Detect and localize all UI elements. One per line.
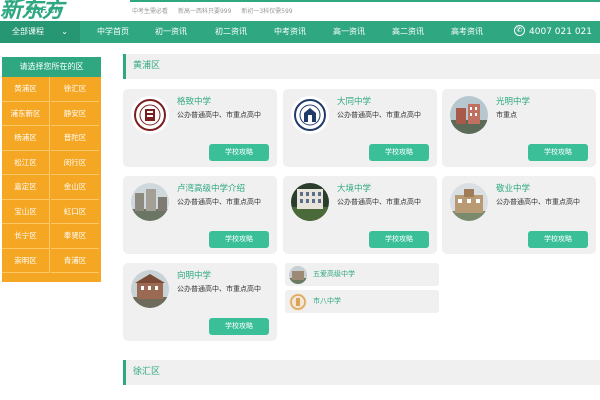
school-name[interactable]: 卢湾高级中学介绍 [177,182,245,194]
all-courses-menu[interactable]: 全部课程 ⌄ [0,21,80,43]
nav-item-grade7[interactable]: 初一资讯 [155,21,187,43]
school-name[interactable]: 格致中学 [177,95,211,107]
school-guide-button[interactable]: 学校攻略 [528,231,588,248]
district-link[interactable]: 杨浦区 [2,126,50,151]
school-type: 公办普通高中、市重点高中 [496,198,580,206]
nav-item-grade10[interactable]: 高一资讯 [333,21,365,43]
district-link[interactable]: 长宁区 [2,224,50,249]
district-link[interactable]: 松江区 [2,150,50,175]
school-type: 公办普通高中、市重点高中 [337,198,421,206]
school-guide-button[interactable]: 学校攻略 [528,144,588,161]
school-name[interactable]: 市八中学 [313,290,341,313]
district-heading-label: 黄浦区 [133,61,161,71]
school-card[interactable]: 格致中学 公办普通高中、市重点高中 学校攻略 [123,89,277,167]
sidebar-title: 请选择您所在的区 [2,57,101,77]
school-name[interactable]: 大同中学 [337,95,371,107]
school-list-item[interactable]: 五爱高级中学 [285,263,439,286]
school-name[interactable]: 大境中学 [337,182,371,194]
phone-icon: ✆ [514,25,526,36]
nav-item-home[interactable]: 中学首页 [97,21,129,43]
school-name[interactable]: 五爱高级中学 [313,263,355,286]
chevron-down-icon: ⌄ [61,27,68,36]
school-type: 公办普通高中、市重点高中 [177,285,261,293]
school-name[interactable]: 向明中学 [177,269,211,281]
nav-item-zhongkao[interactable]: 中考资讯 [274,21,306,43]
district-heading: 徐汇区 [123,360,600,385]
school-guide-button[interactable]: 学校攻略 [209,318,269,335]
district-link[interactable]: 黄浦区 [2,77,50,102]
school-card[interactable]: 卢湾高级中学介绍 公办普通高中、市重点高中 学校攻略 [123,176,277,254]
school-card[interactable]: 向明中学 公办普通高中、市重点高中 学校攻略 [123,263,277,341]
site-header: 新东方 XDF.CN 中考生需必看 新高一西科只要999 新初一3科仅需599 [0,0,600,23]
nav-item-grade11[interactable]: 高二资讯 [392,21,424,43]
school-guide-button[interactable]: 学校攻略 [369,231,429,248]
district-link[interactable]: 嘉定区 [2,175,50,200]
heading-accent [123,54,126,79]
school-type: 公办普通高中、市重点高中 [337,111,421,119]
district-sidebar: 请选择您所在的区 黄浦区 徐汇区 浦东新区 静安区 杨浦区 普陀区 松江区 闵行… [2,57,101,282]
district-link[interactable]: 金山区 [51,175,99,200]
all-courses-label: 全部课程 [12,27,44,36]
school-guide-button[interactable]: 学校攻略 [209,144,269,161]
district-link[interactable]: 虹口区 [51,200,99,224]
district-link[interactable]: 崇明区 [2,248,50,273]
school-emblem [289,293,307,311]
school-photo [131,270,169,308]
school-card[interactable]: 光明中学 市重点 学校攻略 [442,89,596,167]
school-photo [131,183,169,221]
district-link[interactable]: 普陀区 [51,126,99,151]
school-photo [289,266,307,284]
hotline-number: 4007 021 021 [529,27,592,37]
school-guide-button[interactable]: 学校攻略 [209,231,269,248]
district-link[interactable]: 闵行区 [51,151,99,175]
district-link[interactable]: 浦东新区 [2,101,50,126]
district-link[interactable]: 徐汇区 [51,77,99,102]
school-name[interactable]: 敬业中学 [496,182,530,194]
main-nav: 全部课程 ⌄ 中学首页 初一资讯 初二资讯 中考资讯 高一资讯 高二资讯 高考资… [0,21,600,43]
nav-item-gaokao[interactable]: 高考资讯 [451,21,483,43]
school-guide-button[interactable]: 学校攻略 [369,144,429,161]
hot-link[interactable]: 新高一西科只要999 [178,8,231,15]
school-card[interactable]: 敬业中学 公办普通高中、市重点高中 学校攻略 [442,176,596,254]
school-type: 公办普通高中、市重点高中 [177,198,261,206]
district-link[interactable]: 青浦区 [51,249,99,273]
district-heading-label: 徐汇区 [133,367,161,377]
school-card[interactable]: 大境中学 公办普通高中、市重点高中 学校攻略 [283,176,437,254]
school-type: 市重点 [496,111,517,119]
hotline: ✆ 4007 021 021 [514,21,592,43]
school-type: 公办普通高中、市重点高中 [177,111,261,119]
school-list-item[interactable]: 市八中学 [285,290,439,313]
district-link[interactable]: 宝山区 [2,199,50,224]
school-emblem [131,96,169,134]
hot-link[interactable]: 中考生需必看 [132,8,168,15]
heading-accent [123,360,126,385]
school-photo [450,96,488,134]
logo-domain: XDF.CN [26,6,63,16]
district-link[interactable]: 静安区 [51,102,99,126]
hot-links: 中考生需必看 新高一西科只要999 新初一3科仅需599 [132,6,301,15]
school-photo [291,183,329,221]
school-emblem [291,96,329,134]
school-card[interactable]: 大同中学 公办普通高中、市重点高中 学校攻略 [283,89,437,167]
search-box-border[interactable] [130,0,600,2]
school-photo [450,183,488,221]
district-heading: 黄浦区 [123,54,600,79]
school-name[interactable]: 光明中学 [496,95,530,107]
district-link[interactable]: 奉贤区 [51,224,99,249]
hot-link[interactable]: 新初一3科仅需599 [241,8,292,15]
nav-item-grade8[interactable]: 初二资讯 [215,21,247,43]
